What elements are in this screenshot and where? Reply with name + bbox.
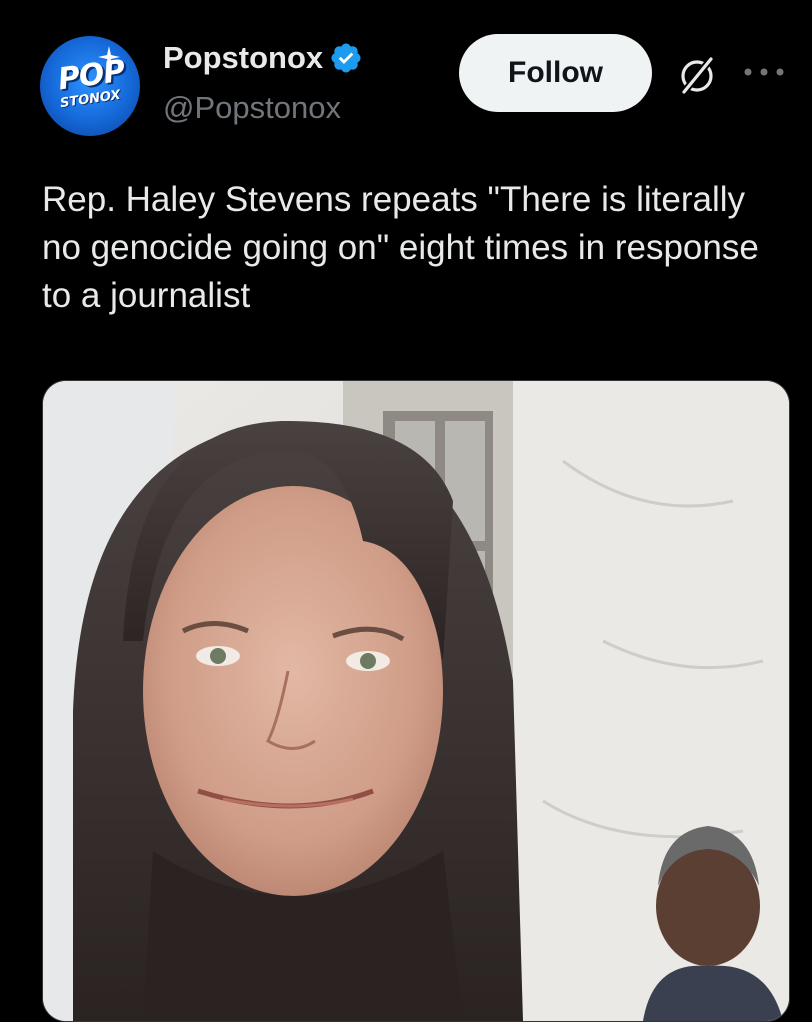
grok-icon[interactable]	[674, 52, 720, 98]
verified-badge-icon[interactable]	[329, 41, 363, 75]
display-name[interactable]: Popstonox	[163, 40, 323, 76]
tweet-text: Rep. Haley Stevens repeats "There is lit…	[42, 180, 759, 315]
author-handle[interactable]: @Popstonox	[163, 90, 341, 126]
video-frame	[43, 381, 789, 1021]
avatar[interactable]: POP STONOX	[40, 36, 140, 136]
tweet-video[interactable]	[42, 380, 790, 1022]
more-options-icon[interactable]	[742, 62, 786, 82]
author-name-row[interactable]: Popstonox	[163, 40, 363, 76]
follow-button[interactable]: Follow	[459, 34, 652, 112]
